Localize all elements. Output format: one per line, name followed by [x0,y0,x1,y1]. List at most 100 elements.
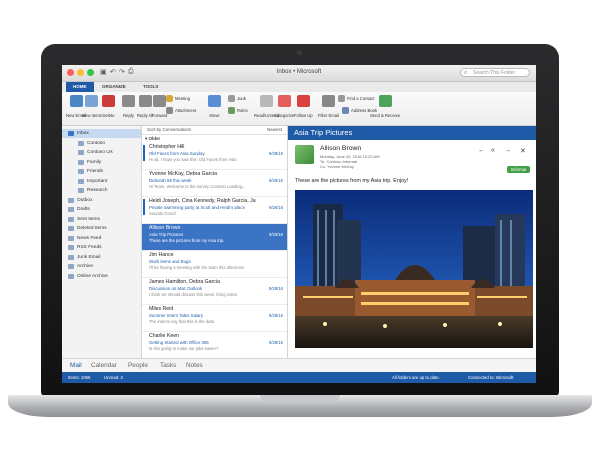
folder-contoso[interactable]: Contoso [62,139,141,148]
folder-label: Archive [77,264,93,269]
folder-label: Inbox [77,131,89,136]
reply-icon[interactable]: ← [478,147,485,154]
folder-inbox[interactable]: Inbox [62,129,141,138]
reading-pane: Asia Trip Pictures Allison Brown Monday,… [288,126,536,358]
ribbon-button-label: Send & Receive [370,113,401,118]
message-preview: The interns say that this is the data [149,319,214,324]
list-header: Sort by Conversations Newest [142,126,287,135]
reply-all-button[interactable]: Reply All [137,95,153,118]
unread-indicator [143,199,145,215]
category-tag[interactable]: Informal [506,166,530,173]
junk-button[interactable]: Junk [228,95,246,103]
folder-icon [68,235,74,241]
ribbon-button-label: Junk [237,96,246,102]
folder-research[interactable]: Research [62,186,141,195]
ribbon-button-label: Follow Up [294,113,313,118]
ribbon-button-label: Move [209,113,220,118]
lid-notch [260,395,340,401]
folder-drafts[interactable]: Drafts [62,205,141,214]
unread-count: Unread: 3 [104,375,123,380]
delete-icon[interactable]: ✕ [520,147,526,155]
message-time: 9/28/16 [269,151,283,156]
avatar[interactable] [295,145,314,164]
outlook-window: ▣ ↶ ↷ ⎙ Inbox • Microsoft ⌕ Search This … [62,65,536,383]
folder-sent-items[interactable]: Sent Items [62,215,141,224]
sync-status: All folders are up to date. [392,375,440,380]
folder-family[interactable]: Family [62,158,141,167]
send-receive-button[interactable]: Send & Receive [370,95,400,118]
filter-email-button[interactable]: Filter Email [318,95,339,118]
folder-icon [68,197,74,203]
folder-junk-email[interactable]: Junk Email [62,253,141,262]
folder-friends[interactable]: Friends [62,167,141,176]
folder-contoso-ux[interactable]: Contoso UX [62,148,141,157]
message-subject: Old Faces from Asia Sunday [149,151,205,156]
list-item[interactable]: Yvonne McKay, Debra Garcia Deborah 55 thi… [142,170,287,197]
follow-up-button[interactable]: Follow Up [294,95,313,118]
message-time: 9/28/16 [269,178,283,183]
list-item[interactable]: Charlie Keen Getting Started with Office … [142,332,287,359]
nav-notes[interactable]: Notes [186,362,203,369]
tab-organize[interactable]: ORGANIZE [95,82,133,92]
laptop-base [8,395,592,417]
message-subject: Private swimming party at Scott and Heid… [149,205,246,210]
message-from: Jim Hance [149,252,174,258]
list-item[interactable]: Heidi Joseph, Cina Kennedy, Ralph Garcia… [142,197,287,224]
folder-online-archive[interactable]: Online Archive [62,272,141,281]
find-a-contact-button[interactable]: Find a Contact [338,95,374,103]
attachment-button[interactable]: Attachment [166,107,196,115]
filter-icon [321,95,335,107]
item-count: Items: 1066 [68,375,91,380]
folder-news-feed[interactable]: News Feed [62,234,141,243]
meeting-button[interactable]: Meeting [166,95,190,103]
list-item[interactable]: James Hamilton, Debra Garcia Discussion o… [142,278,287,305]
list-item[interactable]: Jim Hance Work items and Bugs I'll be havi… [142,251,287,278]
tab-tools[interactable]: TOOLS [136,82,165,92]
status-bar: Items: 1066 Unread: 3 All folders are up… [62,372,536,383]
new-items-button[interactable]: New Items [82,95,102,118]
nav-tasks[interactable]: Tasks [160,362,176,369]
forward-icon[interactable]: → [504,147,511,154]
list-item[interactable]: Christopher Hill Old Faces from Asia Sund… [142,143,287,170]
reply-all-icon[interactable]: « [491,147,495,154]
nav-people[interactable]: People [128,362,148,369]
folder-icon [68,216,74,222]
delete-button[interactable]: Delete [102,95,115,118]
categorize-button[interactable]: Categorize [274,95,294,118]
folder-label: News Feed [77,235,102,241]
sort-order-button[interactable]: Newest [267,126,282,134]
move-icon [208,95,221,107]
folder-label: Deleted Items [77,226,107,231]
folder-important[interactable]: Important [62,177,141,186]
folder-deleted-items[interactable]: Deleted Items [62,224,141,233]
ribbon-button-label: Meeting [175,96,190,102]
search-icon: ⌕ [464,70,468,76]
list-item[interactable]: Allison Brown Asia Trip Pictures These are… [142,224,287,251]
attached-photo [295,190,533,348]
nav-calendar[interactable]: Calendar [91,362,117,369]
rules-button[interactable]: Rules [228,107,248,115]
ribbon-button-label: Categorize [274,113,295,118]
reply-button[interactable]: Reply [122,95,135,118]
folder-icon [68,131,74,136]
nav-mail[interactable]: Mail [70,362,82,369]
message-preview: Is this going to make our jobs easier? [149,346,219,351]
message-time: 9/28/16 [269,340,283,345]
message-preview: I think we should discuss this week, bri… [149,292,239,297]
move-button[interactable]: Move [208,95,221,118]
sender-name[interactable]: Allison Brown [320,145,361,152]
folder-icon [68,207,74,212]
message-from: Christopher Hill [149,144,185,150]
folder-label: Contoso UX [87,150,113,155]
folder-label: Friends [87,169,103,174]
message-subject: Work items and Bugs [149,259,191,264]
folder-icon [78,150,84,155]
folder-archive[interactable]: Archive [62,262,141,271]
search-input[interactable]: ⌕ Search This Folder [460,68,530,77]
folder-rss-feeds[interactable]: RSS Feeds [62,243,141,252]
sort-by-button[interactable]: Sort by Conversations [147,126,191,134]
folder-label: Important [87,178,108,184]
list-item[interactable]: Miles Reid Summer Intern Tales Salary The … [142,305,287,332]
folder-outbox[interactable]: Outbox [62,196,141,205]
tab-home[interactable]: HOME [66,82,94,92]
